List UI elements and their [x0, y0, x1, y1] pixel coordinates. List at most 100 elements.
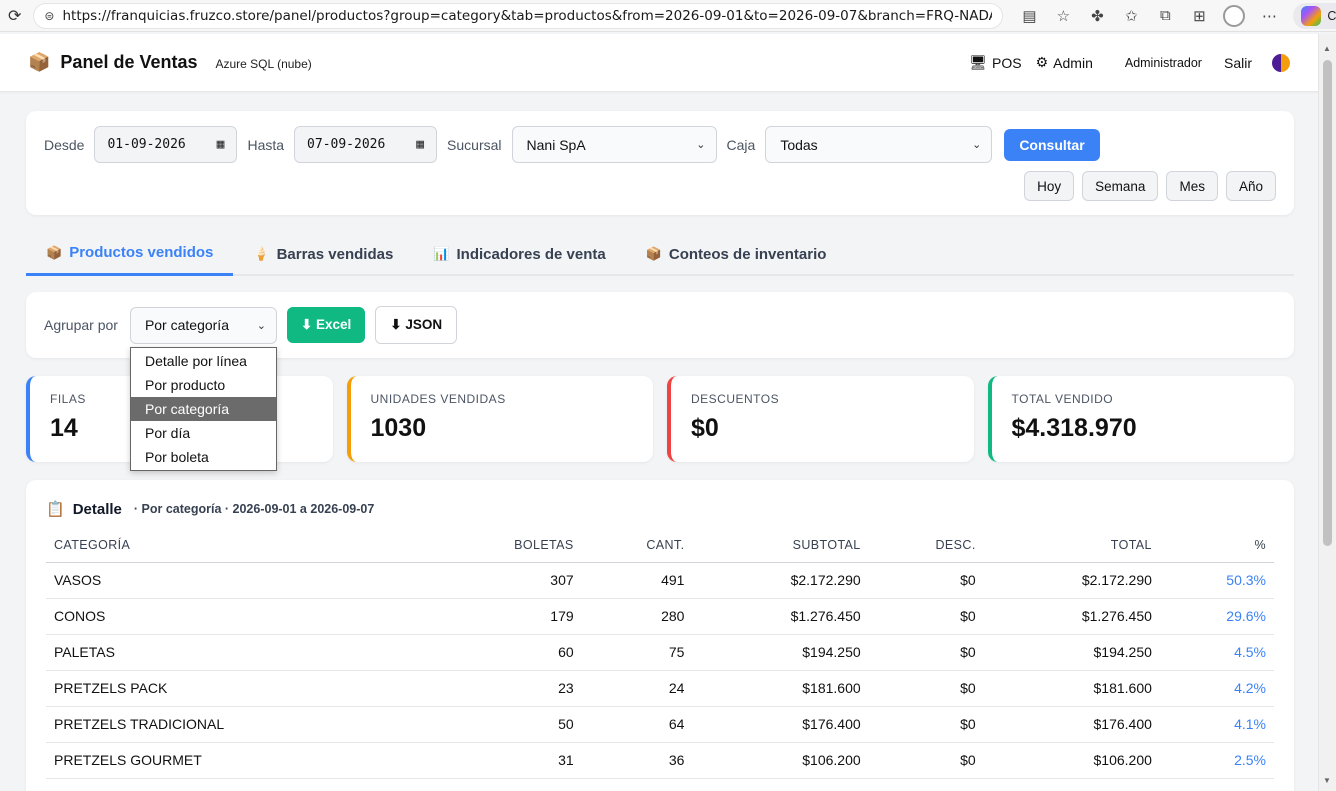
tab-label: Conteos de inventario	[668, 245, 827, 263]
detail-title: Detalle	[72, 500, 122, 518]
col-header[interactable]: DESC.	[868, 536, 984, 563]
collections-icon[interactable]: ⧉	[1155, 7, 1175, 24]
table-row: PRETZELS GOURMET 31 36 $106.200 $0 $106.200 2.…	[46, 742, 1274, 779]
reader-mode-icon[interactable]: ▤	[1019, 7, 1039, 25]
more-menu-icon[interactable]: ⋯	[1259, 7, 1279, 25]
group-value: Por categoría	[144, 317, 229, 333]
group-option-selected[interactable]: Por categoría	[131, 397, 276, 421]
table-row: PRETZELS PACK 23 24 $181.600 $0 $181.600 4.2%	[46, 670, 1274, 707]
year-button[interactable]: Año	[1225, 171, 1276, 201]
week-button[interactable]: Semana	[1082, 171, 1159, 201]
extensions-icon[interactable]: ✤	[1087, 7, 1107, 25]
col-header[interactable]: SUBTOTAL	[692, 536, 869, 563]
table-row: PRETZELS TRADICIONAL 50 64 $176.400 $0 $176.4…	[46, 706, 1274, 743]
package-icon: 📦	[46, 244, 63, 260]
favorite-star-icon[interactable]: ☆	[1053, 7, 1073, 25]
chevron-down-icon: ⌄	[256, 319, 266, 332]
calendar-icon[interactable]: ▦	[217, 137, 225, 152]
register-label: Caja	[726, 136, 756, 153]
group-option[interactable]: Detalle por línea	[131, 349, 276, 373]
table-cell: 60	[427, 634, 582, 671]
kpi-card: UNIDADES VENDIDAS 1030	[346, 376, 653, 462]
table-cell: $106.200	[983, 742, 1160, 779]
table-cell: CONOS	[46, 598, 428, 635]
monitor-icon: 🖥	[969, 54, 988, 70]
address-bar[interactable]: ⊜ https://franquicias.fruzco.store/panel…	[33, 2, 1004, 29]
table-cell: VASOS	[46, 562, 428, 599]
browser-essentials-icon[interactable]: ⊞	[1189, 7, 1209, 25]
user-name: Administrador	[1124, 55, 1202, 70]
chevron-down-icon: ⌄	[696, 139, 706, 151]
reload-icon[interactable]: ⟳	[8, 6, 21, 26]
from-date-value: 01-09-2026	[107, 137, 186, 152]
site-info-icon[interactable]: ⊜	[44, 9, 54, 23]
consult-button[interactable]: Consultar	[1004, 128, 1100, 161]
col-header[interactable]: BOLETAS	[427, 536, 582, 563]
theme-toggle-icon[interactable]	[1272, 53, 1290, 72]
pos-link[interactable]: 🖥 POS	[969, 54, 1021, 71]
table-row: CONOS 179 280 $1.276.450 $0 $1.276.450 29.6%	[46, 598, 1274, 635]
page-scrollbar[interactable]: ▲ ▼	[1318, 34, 1336, 791]
package-icon: 📦	[645, 246, 662, 261]
table-cell: 64	[581, 706, 693, 743]
to-date-input[interactable]: 07-09-2026 ▦	[294, 126, 438, 163]
bar-chart-icon: 📊	[433, 246, 450, 261]
table-cell: $181.600	[692, 670, 869, 707]
group-option[interactable]: Por boleta	[131, 445, 276, 469]
table-cell: 29.6%	[1159, 598, 1274, 635]
kpi-value: $0	[691, 414, 719, 442]
branch-label: Sucursal	[447, 136, 502, 153]
header-nav: 🖥 POS ⚙ Admin Administrador Salir	[969, 53, 1290, 72]
register-select[interactable]: Todas ⌄	[765, 126, 993, 163]
json-export-button[interactable]: ⬇ JSON	[375, 306, 458, 344]
branch-select[interactable]: Nani SpA ⌄	[511, 126, 717, 163]
table-header-row: CATEGORÍA BOLETAS CANT. SUBTOTAL DESC. T…	[46, 536, 1274, 563]
section-tabs: 📦 Productos vendidos 🍦 Barras vendidas 📊…	[26, 232, 1294, 276]
from-date-input[interactable]: 01-09-2026 ▦	[94, 126, 238, 163]
admin-label: Admin	[1053, 54, 1093, 71]
filters-row: Desde 01-09-2026 ▦ Hasta 07-09-2026 ▦ Su…	[44, 126, 1276, 163]
col-header[interactable]: TOTAL	[983, 536, 1160, 563]
table-cell: 50	[427, 706, 582, 743]
group-select[interactable]: Por categoría ⌄	[129, 306, 277, 344]
profile-avatar[interactable]	[1223, 4, 1246, 27]
col-header[interactable]: CATEGORÍA	[46, 536, 428, 563]
tab-barras-vendidas[interactable]: 🍦 Barras vendidas	[233, 232, 413, 276]
table-cell: 31	[427, 742, 582, 779]
month-button[interactable]: Mes	[1166, 171, 1218, 201]
tab-conteos-inventario[interactable]: 📦 Conteos de inventario	[626, 232, 847, 276]
table-cell: 307	[427, 562, 582, 599]
scrollbar-thumb[interactable]	[1323, 60, 1332, 546]
kpi-card: TOTAL VENDIDO $4.318.970	[987, 376, 1294, 462]
page-title: Panel de Ventas	[60, 52, 198, 72]
kpi-value: 1030	[370, 414, 427, 442]
ice-cream-icon: 🍦	[253, 246, 270, 261]
table-cell: $0	[868, 598, 984, 635]
chat-button[interactable]: Chat	[1293, 2, 1336, 29]
detail-header: 📋 Detalle · Por categoría · 2026-09-01 a…	[46, 500, 1274, 519]
excel-export-button[interactable]: ⬇ Excel	[286, 307, 366, 343]
col-header[interactable]: CANT.	[581, 536, 693, 563]
col-header[interactable]: %	[1159, 536, 1274, 563]
group-option[interactable]: Por producto	[131, 373, 276, 397]
tab-productos-vendidos[interactable]: 📦 Productos vendidos	[26, 232, 234, 276]
chevron-down-icon: ⌄	[972, 139, 982, 151]
filters-card: Desde 01-09-2026 ▦ Hasta 07-09-2026 ▦ Su…	[26, 111, 1294, 215]
calendar-icon[interactable]: ▦	[416, 137, 424, 152]
scroll-up-icon[interactable]: ▲	[1323, 44, 1331, 53]
clipboard-icon: 📋	[46, 501, 65, 518]
admin-link[interactable]: ⚙ Admin	[1036, 54, 1093, 71]
tab-indicadores-venta[interactable]: 📊 Indicadores de venta	[413, 232, 625, 276]
favorites-icon[interactable]: ✩	[1121, 7, 1141, 25]
table-cell: $194.250	[692, 634, 869, 671]
logout-link[interactable]: Salir	[1224, 55, 1252, 71]
today-button[interactable]: Hoy	[1024, 171, 1075, 201]
group-option[interactable]: Por día	[131, 421, 276, 445]
table-cell: $176.400	[983, 706, 1160, 743]
table-cell: 24	[581, 670, 693, 707]
kpi-label: TOTAL VENDIDO	[1011, 392, 1114, 406]
scroll-down-icon[interactable]: ▼	[1323, 776, 1331, 785]
to-label: Hasta	[247, 136, 285, 153]
group-dropdown-list: Detalle por línea Por producto Por categ…	[130, 347, 277, 471]
tab-label: Indicadores de venta	[456, 245, 606, 263]
